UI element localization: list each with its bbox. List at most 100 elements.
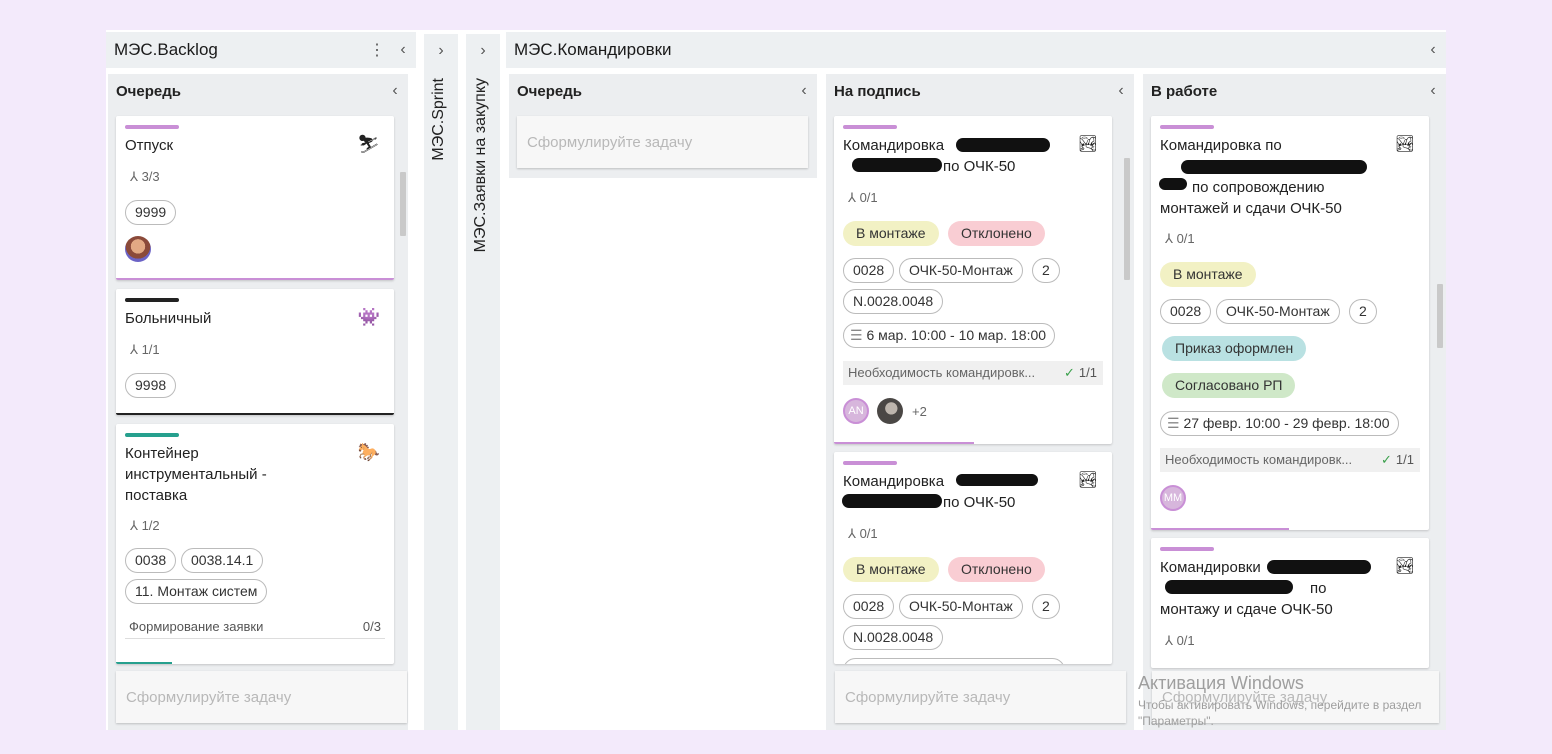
status-tag[interactable]: В монтаже <box>1160 262 1256 287</box>
tag-chip[interactable]: 2 <box>1032 258 1060 283</box>
subtasks-counter: ⅄ 1/2 <box>130 518 160 533</box>
trip-card[interactable]: Командировка по по сопровождению монтаже… <box>1151 116 1429 530</box>
task-card-sick-leave[interactable]: Больничный 👾 ⅄ 1/1 9998 <box>116 289 394 415</box>
scrollbar[interactable] <box>1435 158 1445 688</box>
trip-card[interactable]: Командировка по ОЧК-50 🏞 ⅄ 0/1 В монтаже … <box>834 116 1112 444</box>
tag-chip[interactable]: 0038.14.1 <box>181 548 264 573</box>
progress-line <box>116 278 394 280</box>
tag-chip[interactable]: 2 <box>1032 594 1060 619</box>
tag-chip[interactable]: 2 <box>1349 299 1377 324</box>
collapse-column-icon[interactable]: ‹ <box>1108 82 1134 100</box>
date-range-icon: ☰ <box>1167 415 1180 431</box>
status-tag[interactable]: Приказ оформлен <box>1162 336 1307 361</box>
purchase-strip[interactable]: › МЭС.Заявки на закупку <box>466 34 500 730</box>
collapse-trips-icon[interactable]: ‹ <box>1420 41 1446 59</box>
more-menu-icon[interactable]: ⋮ <box>364 40 390 60</box>
card-title: Контейнер инструментальный - поставка <box>125 445 267 504</box>
trip-card[interactable]: Командировка по ОЧК-50 🏞 ⅄ 0/1 В монтаже … <box>834 452 1112 664</box>
redacted-text <box>1181 160 1367 174</box>
tag-chip[interactable]: 0028 <box>1160 299 1212 324</box>
trip-card[interactable]: Командировки по монтажу и сдаче ОЧК-50 🏞… <box>1151 538 1429 668</box>
avatar-initials[interactable]: AN <box>843 398 869 424</box>
status-tag[interactable]: В монтаже <box>843 557 939 582</box>
tag-chip[interactable]: N.0028.0048 <box>843 625 944 650</box>
expand-purchase-icon[interactable]: › <box>470 42 496 60</box>
label-stripe <box>843 461 897 465</box>
column-title: Очередь <box>116 82 181 100</box>
tag-chip[interactable]: 0028 <box>843 258 895 283</box>
sprint-strip[interactable]: › МЭС.Sprint <box>424 34 458 730</box>
new-task-input[interactable]: Сформулируйте задачу <box>517 116 808 168</box>
progress-line <box>116 662 172 664</box>
redacted-text <box>956 474 1038 486</box>
tag-chip[interactable]: 9999 <box>125 200 177 225</box>
avatar-initials[interactable]: MM <box>1160 485 1186 511</box>
collapse-backlog-icon[interactable]: ‹ <box>390 41 416 59</box>
sprint-label: МЭС.Sprint <box>430 78 447 161</box>
tag-chip[interactable]: 11. Монтаж систем <box>125 579 268 604</box>
task-card-container[interactable]: Контейнер инструментальный - поставка 🐎 … <box>116 424 394 664</box>
checklist-item[interactable]: Необходимость командировк... ✓ 1/1 <box>1160 448 1420 472</box>
landscape-icon: 🏞 <box>1394 136 1415 153</box>
avatar[interactable] <box>125 236 151 262</box>
horse-icon: 🐎 <box>357 442 380 462</box>
column-header: Очередь ‹ <box>509 74 817 108</box>
subtasks-icon: ⅄ <box>130 169 138 184</box>
landscape-icon: 🏞 <box>1077 472 1098 489</box>
date-range[interactable]: ☰ 6 мар. 10:00 - 10 мар. 18:00 <box>843 323 1056 348</box>
collapse-column-icon[interactable]: ‹ <box>791 82 817 100</box>
scrollbar[interactable] <box>1122 158 1132 688</box>
card-title: Отпуск <box>125 137 174 154</box>
subtasks-icon: ⅄ <box>130 518 138 533</box>
checklist-item[interactable]: Необходимость командировк... ✓ 1/1 <box>843 361 1103 385</box>
tag-chip[interactable]: ОЧК-50-Монтаж <box>899 594 1023 619</box>
date-range[interactable]: ☰ 27 февр. 10:00 - 29 февр. 18:00 <box>1160 411 1399 436</box>
tag-chip[interactable]: 0028 <box>843 594 895 619</box>
status-tag[interactable]: Согласовано РП <box>1162 373 1296 398</box>
redacted-text <box>1159 178 1187 190</box>
tag-chip[interactable]: N.0028.0048 <box>843 289 944 314</box>
subtasks-icon: ⅄ <box>848 190 856 205</box>
tag-chip[interactable]: ОЧК-50-Монтаж <box>899 258 1023 283</box>
tag-chip[interactable]: 9998 <box>125 373 177 398</box>
check-icon: ✓ <box>1381 452 1392 467</box>
trips-header: МЭС.Командировки ‹ <box>506 32 1446 68</box>
date-range[interactable] <box>843 658 1065 664</box>
column-header: В работе ‹ <box>1143 74 1446 108</box>
collapse-column-icon[interactable]: ‹ <box>382 82 408 100</box>
subtasks-counter: ⅄ 0/1 <box>1165 633 1195 648</box>
in-progress-column: В работе ‹ Командировка по по сопровожде… <box>1143 74 1446 730</box>
status-tag[interactable]: Отклонено <box>948 557 1045 582</box>
activation-watermark-text: Чтобы активировать Windows, перейдите в … <box>1138 698 1422 728</box>
scrollbar[interactable] <box>398 166 408 694</box>
scroll-thumb[interactable] <box>400 172 406 236</box>
activation-watermark-title: Активация Windows <box>1138 673 1304 693</box>
landscape-icon: 🏞 <box>1077 136 1098 153</box>
backlog-title: МЭС.Backlog <box>114 40 218 59</box>
label-stripe <box>1160 547 1214 551</box>
monster-icon: 👾 <box>357 307 380 327</box>
new-task-input[interactable]: Сформулируйте задачу <box>116 671 407 723</box>
progress-line <box>1151 528 1289 530</box>
collapse-column-icon[interactable]: ‹ <box>1420 82 1446 100</box>
redacted-text <box>1267 560 1371 574</box>
kanban-board: МЭС.Backlog ⋮ ‹ Очередь ‹ Отпуск ⛷ ⅄ 3/3… <box>106 30 1446 730</box>
expand-sprint-icon[interactable]: › <box>428 42 454 60</box>
new-task-input[interactable]: Сформулируйте задачу <box>835 671 1126 723</box>
scroll-thumb[interactable] <box>1437 284 1443 348</box>
redacted-text <box>956 138 1050 152</box>
more-assignees[interactable]: +2 <box>912 404 927 419</box>
scroll-thumb[interactable] <box>1124 158 1130 280</box>
tag-chip[interactable]: ОЧК-50-Монтаж <box>1216 299 1340 324</box>
avatar[interactable] <box>877 398 903 424</box>
status-tag[interactable]: В монтаже <box>843 221 939 246</box>
subtasks-counter: ⅄ 0/1 <box>848 526 878 541</box>
status-tag[interactable]: Отклонено <box>948 221 1045 246</box>
subtasks-icon: ⅄ <box>130 342 138 357</box>
subtasks-counter: ⅄ 1/1 <box>130 342 160 357</box>
date-range-icon: ☰ <box>850 327 863 343</box>
task-card-vacation[interactable]: Отпуск ⛷ ⅄ 3/3 9999 <box>116 116 394 280</box>
subtasks-icon: ⅄ <box>848 526 856 541</box>
subtasks-counter: ⅄ 0/1 <box>1165 231 1195 246</box>
tag-chip[interactable]: 0038 <box>125 548 177 573</box>
